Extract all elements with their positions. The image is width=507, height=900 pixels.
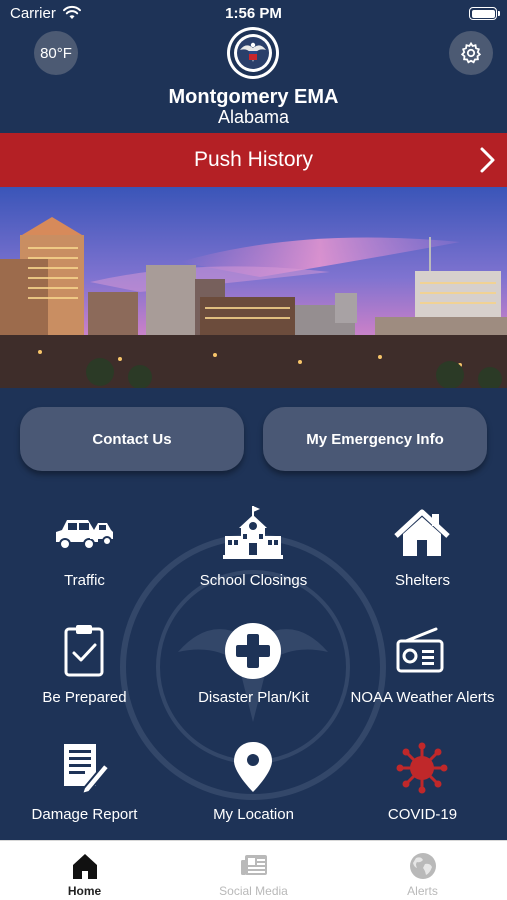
app-title: Montgomery EMA bbox=[168, 86, 339, 108]
contact-us-button[interactable]: Contact Us bbox=[20, 407, 244, 471]
grid-label: Shelters bbox=[394, 572, 451, 589]
grid-label: Traffic bbox=[64, 572, 105, 589]
grid-label: Damage Report bbox=[31, 806, 138, 823]
tab-label: Home bbox=[67, 884, 102, 898]
city-skyline-image bbox=[0, 187, 507, 388]
chevron-right-icon bbox=[480, 147, 495, 173]
my-emergency-info-button[interactable]: My Emergency Info bbox=[263, 407, 487, 471]
grid-label: School Closings bbox=[199, 572, 308, 589]
grid-item-be-prepared[interactable]: Be Prepared bbox=[0, 623, 169, 733]
grid-item-my-location[interactable]: My Location bbox=[169, 740, 338, 850]
settings-button[interactable] bbox=[449, 31, 493, 75]
school-icon bbox=[223, 506, 283, 559]
grid-label: Disaster Plan/Kit bbox=[198, 689, 309, 706]
grid-label: COVID-19 bbox=[387, 806, 458, 823]
grid-item-school-closings[interactable]: School Closings bbox=[169, 506, 338, 616]
globe-icon bbox=[410, 853, 436, 879]
grid-label: Be Prepared bbox=[42, 689, 127, 706]
grid-item-shelters[interactable]: Shelters bbox=[338, 506, 507, 616]
virus-icon bbox=[396, 742, 448, 794]
cars-icon bbox=[56, 520, 113, 550]
app-subtitle: Alabama bbox=[217, 107, 290, 127]
tab-social-media[interactable]: Social Media bbox=[169, 841, 338, 900]
clock: 1:56 PM bbox=[225, 5, 282, 22]
grid-item-noaa-weather-alerts[interactable]: NOAA Weather Alerts bbox=[338, 623, 507, 733]
grid-item-disaster-plan-kit[interactable]: Disaster Plan/Kit bbox=[169, 623, 338, 733]
tab-label: Alerts bbox=[407, 884, 438, 898]
grid-label: NOAA Weather Alerts bbox=[350, 689, 495, 706]
grid-label: My Location bbox=[213, 806, 294, 823]
ema-seal-logo bbox=[227, 27, 279, 79]
battery-icon bbox=[469, 7, 500, 20]
medical-cross-icon bbox=[225, 623, 281, 679]
grid-item-damage-report[interactable]: Damage Report bbox=[0, 740, 169, 850]
report-pencil-icon bbox=[64, 744, 111, 796]
location-pin-icon bbox=[234, 742, 272, 792]
tab-home[interactable]: Home bbox=[0, 841, 169, 900]
status-bar: Carrier 1:56 PM bbox=[0, 0, 507, 28]
push-history-label: Push History bbox=[193, 148, 314, 171]
home-icon bbox=[73, 854, 97, 879]
house-icon bbox=[394, 509, 450, 556]
radio-icon bbox=[396, 627, 444, 673]
temperature-badge[interactable]: 80°F bbox=[34, 31, 78, 75]
tab-bar: Home Social Media Alerts bbox=[0, 840, 507, 900]
tab-label: Social Media bbox=[219, 884, 288, 898]
newspaper-icon bbox=[241, 855, 267, 875]
tab-alerts[interactable]: Alerts bbox=[338, 841, 507, 900]
clipboard-check-icon bbox=[64, 625, 104, 677]
push-history-button[interactable]: Push History bbox=[0, 133, 507, 187]
grid-item-traffic[interactable]: Traffic bbox=[0, 506, 169, 616]
gear-icon bbox=[460, 41, 482, 64]
grid-item-covid-19[interactable]: COVID-19 bbox=[338, 740, 507, 850]
